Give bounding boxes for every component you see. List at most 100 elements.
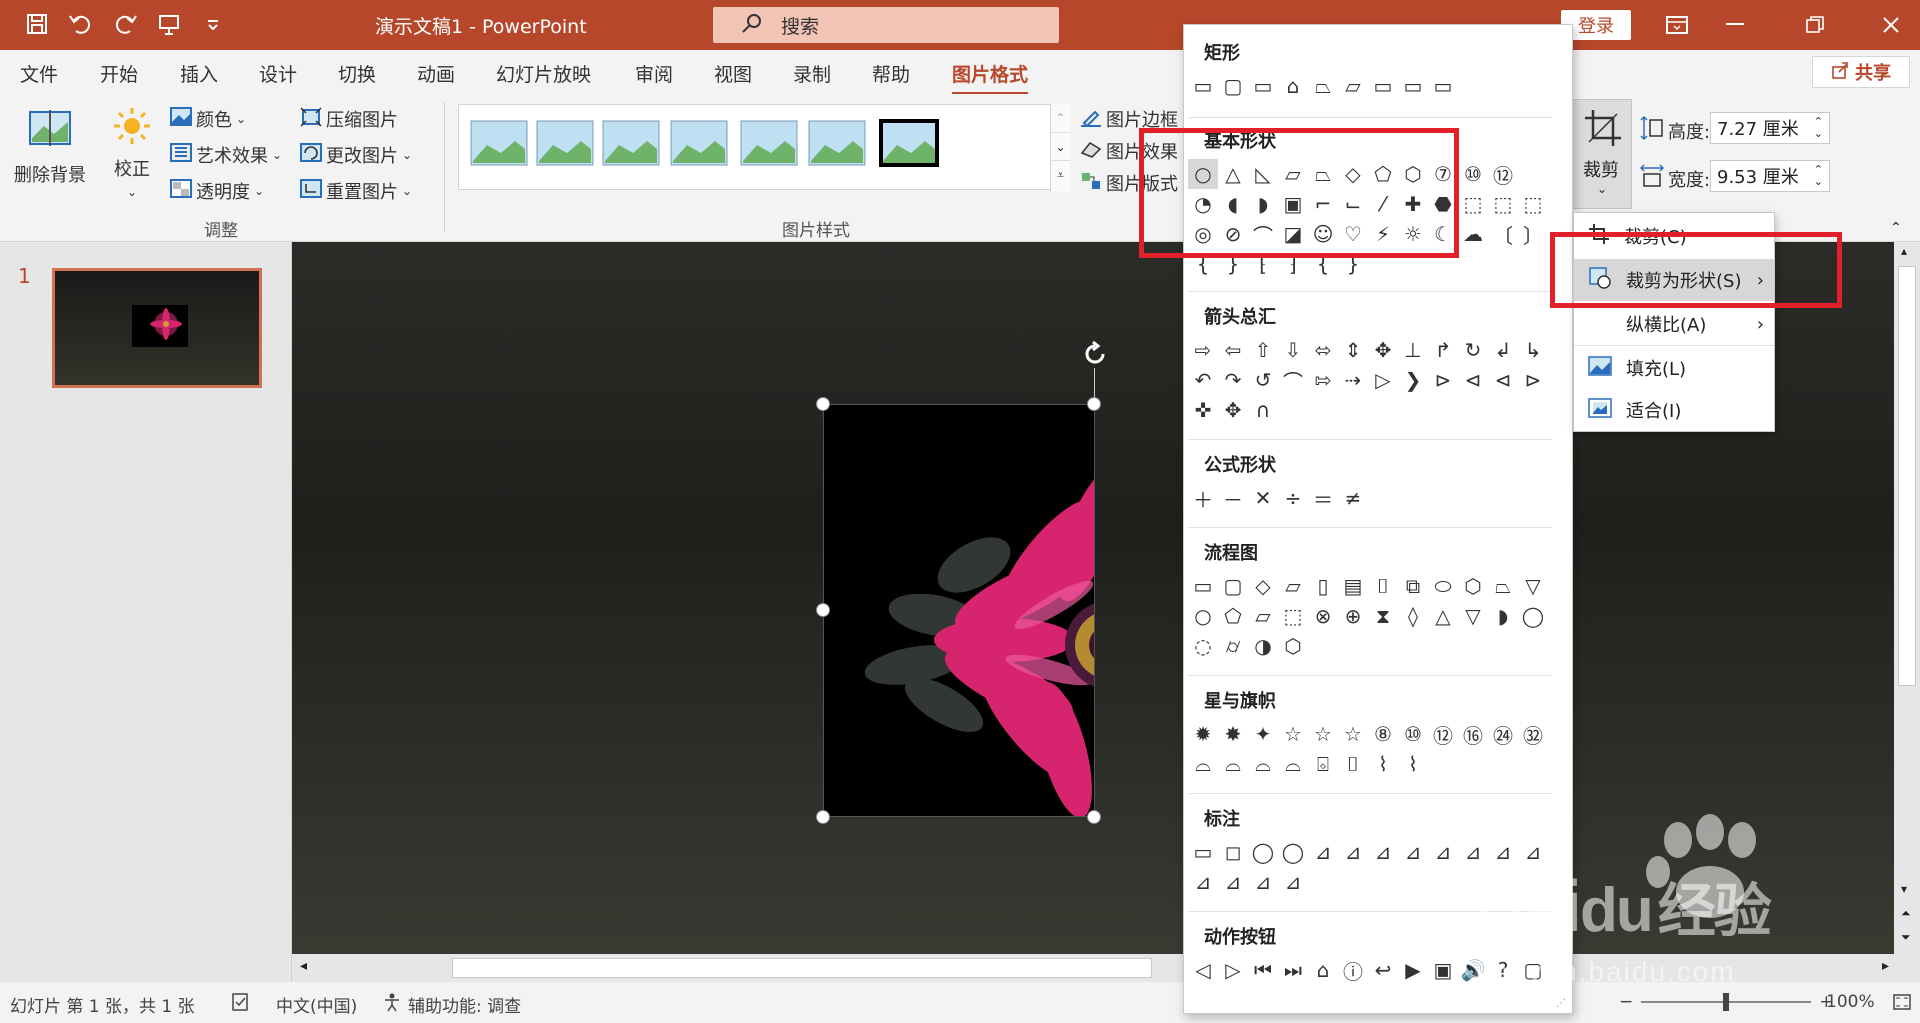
slide-thumbnail-1[interactable] [52, 268, 262, 388]
shape-option[interactable]: ✹ [1188, 719, 1218, 749]
shape-option[interactable]: ▢ [1218, 571, 1248, 601]
shape-option[interactable]: ⏥ [1338, 71, 1368, 101]
tab-design[interactable]: 设计 [259, 60, 297, 87]
shape-option[interactable]: ▭ [1188, 837, 1218, 867]
shape-option[interactable]: ☆ [1338, 719, 1368, 749]
shape-option[interactable]: ㉔ [1488, 719, 1518, 749]
shape-option[interactable]: ⊥ [1398, 335, 1428, 365]
tab-view[interactable]: 视图 [714, 60, 752, 87]
shape-option[interactable]: ⌇ [1398, 749, 1428, 779]
shape-option[interactable]: ⊿ [1218, 867, 1248, 897]
picture-style-thumb[interactable] [670, 120, 728, 166]
gallery-more-icon[interactable]: ⩡ [1051, 160, 1070, 190]
shape-option[interactable]: ⏢ [1308, 71, 1338, 101]
accessibility-status[interactable]: 辅助功能: 调查 [382, 992, 521, 1017]
shape-option[interactable]: ⬭ [1428, 571, 1458, 601]
reset-picture-button[interactable]: 重置图片 ⌄ [300, 178, 412, 204]
shape-option[interactable]: ↶ [1188, 365, 1218, 395]
shape-option[interactable]: ⊿ [1188, 867, 1218, 897]
save-icon[interactable] [22, 8, 52, 40]
shape-option[interactable]: ⊳ [1518, 365, 1548, 395]
shape-option[interactable]: ⇰ [1308, 365, 1338, 395]
shape-option[interactable]: ÷ [1278, 483, 1308, 513]
tab-insert[interactable]: 插入 [180, 60, 218, 87]
width-field[interactable]: 9.53 厘米 ⌃ ⌄ [1710, 160, 1830, 192]
picture-style-thumb[interactable] [740, 120, 798, 166]
shape-option[interactable]: ⧗ [1368, 601, 1398, 631]
gallery-scroll[interactable]: ⌃ ⌄ ⩡ [1050, 104, 1070, 192]
shape-option[interactable]: ▭ [1398, 71, 1428, 101]
shape-option[interactable]: ❯ [1398, 365, 1428, 395]
tab-home[interactable]: 开始 [100, 60, 138, 87]
shape-option[interactable]: ⑯ [1458, 719, 1488, 749]
remove-background-button[interactable]: 删除背景 [14, 108, 86, 187]
shape-option[interactable]: ＝ [1308, 483, 1338, 513]
tab-transitions[interactable]: 切换 [338, 60, 376, 87]
shape-option[interactable]: ↲ [1488, 335, 1518, 365]
picture-styles-gallery[interactable] [458, 104, 1070, 190]
shape-option[interactable]: ⑧ [1368, 719, 1398, 749]
shape-option[interactable]: ▽ [1458, 601, 1488, 631]
picture-style-thumb[interactable] [602, 120, 660, 166]
shape-option[interactable]: ▤ [1338, 571, 1368, 601]
search-box[interactable]: 搜索 [713, 7, 1059, 43]
minimize-icon[interactable] [1720, 10, 1750, 40]
shape-option[interactable]: ◁ [1188, 955, 1218, 985]
tab-slideshow[interactable]: 幻灯片放映 [496, 60, 591, 87]
tab-picture-format[interactable]: 图片格式 [952, 60, 1029, 95]
shape-option[interactable]: ⊿ [1278, 867, 1308, 897]
shape-option[interactable]: ▢ [1218, 71, 1248, 101]
shape-option[interactable]: ⇢ [1338, 365, 1368, 395]
menu-item-aspect-ratio[interactable]: 纵横比(A) › [1574, 303, 1774, 345]
shape-option[interactable]: ◊ [1398, 601, 1428, 631]
undo-icon[interactable] [66, 8, 96, 40]
shape-option[interactable]: ▷ [1218, 955, 1248, 985]
close-icon[interactable] [1876, 10, 1906, 40]
collapse-ribbon-icon[interactable]: ⌃ [1890, 220, 1902, 236]
menu-item-fill[interactable]: 填充(L) [1574, 347, 1774, 389]
shape-option[interactable]: ⊿ [1398, 837, 1428, 867]
shape-option[interactable]: ⇨ [1188, 335, 1218, 365]
shape-option[interactable]: ▭ [1188, 571, 1218, 601]
shape-option[interactable]: ⏮ [1248, 955, 1278, 985]
redo-icon[interactable] [110, 8, 140, 40]
tab-record[interactable]: 录制 [793, 60, 831, 87]
resize-handle-bottom[interactable] [1087, 810, 1101, 824]
resize-handle-left[interactable] [816, 603, 830, 617]
previous-slide-icon[interactable]: ⏶ [1901, 906, 1911, 921]
shape-option[interactable]: ⇩ [1278, 335, 1308, 365]
shape-option[interactable]: ✥ [1218, 395, 1248, 425]
resize-handle-top-left[interactable] [816, 397, 830, 411]
shape-option[interactable]: ⬄ [1308, 335, 1338, 365]
shape-option[interactable]: ↺ [1248, 365, 1278, 395]
shape-option[interactable]: ☆ [1278, 719, 1308, 749]
picture-style-thumb[interactable] [808, 120, 866, 166]
scroll-left-icon[interactable]: ◂ [300, 958, 307, 974]
shape-option[interactable]: ＋ [1188, 483, 1218, 513]
shape-option[interactable]: ⌭ [1218, 631, 1248, 661]
shape-option[interactable]: ◌ [1188, 631, 1218, 661]
height-spinner-icon[interactable]: ⌃ ⌄ [1814, 116, 1823, 140]
shape-option[interactable]: ⌒ [1278, 365, 1308, 395]
shape-option[interactable]: ⇧ [1248, 335, 1278, 365]
shape-option[interactable]: ○ [1188, 601, 1218, 631]
resize-handle-top[interactable] [1087, 397, 1101, 411]
tab-review[interactable]: 审阅 [635, 60, 673, 87]
flower-picture[interactable] [823, 404, 1095, 817]
shape-option[interactable]: ⌓ [1218, 749, 1248, 779]
gallery-down-icon[interactable]: ⌄ [1051, 132, 1070, 160]
shape-option[interactable]: ↷ [1218, 365, 1248, 395]
shape-option[interactable]: ◯ [1248, 837, 1278, 867]
shape-option[interactable]: ⊿ [1368, 837, 1398, 867]
shape-option[interactable]: ✕ [1248, 483, 1278, 513]
picture-style-thumb[interactable] [536, 120, 594, 166]
shape-option[interactable]: ✥ [1368, 335, 1398, 365]
shape-option[interactable]: ⑩ [1398, 719, 1428, 749]
menu-item-fit[interactable]: 适合(I) [1574, 389, 1774, 431]
shape-option[interactable]: △ [1428, 601, 1458, 631]
change-picture-button[interactable]: 更改图片 ⌄ [300, 142, 412, 168]
language-status[interactable]: 中文(中国) [276, 992, 357, 1017]
shape-option[interactable]: ⬡ [1458, 571, 1488, 601]
shape-option[interactable]: ⌓ [1188, 749, 1218, 779]
shape-option[interactable]: ◯ [1278, 837, 1308, 867]
